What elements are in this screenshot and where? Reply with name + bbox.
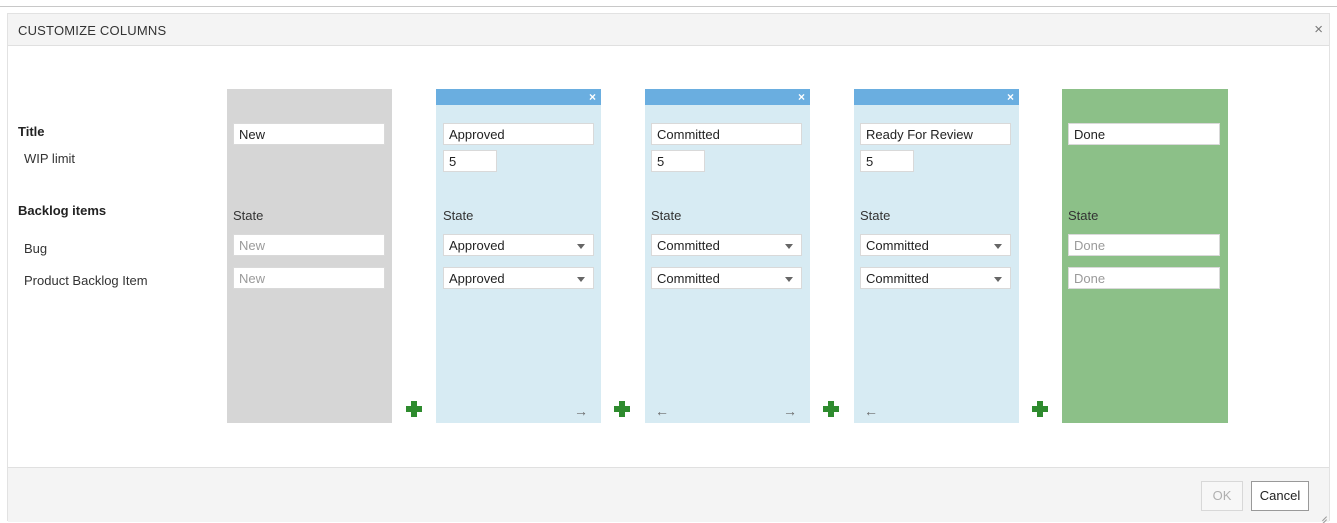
chevron-down-icon: [577, 277, 585, 282]
dialog-header: CUSTOMIZE COLUMNS ×: [8, 14, 1329, 46]
column-title-input[interactable]: Approved: [443, 123, 594, 145]
bug-state-select[interactable]: Approved: [443, 234, 594, 256]
pbi-state-select[interactable]: Approved: [443, 267, 594, 289]
move-left-icon[interactable]: ←: [655, 403, 669, 419]
wip-limit-input[interactable]: 5: [860, 150, 914, 172]
bug-state-value: Committed: [866, 238, 929, 253]
bug-state-select[interactable]: Committed: [860, 234, 1011, 256]
dialog-title: CUSTOMIZE COLUMNS: [18, 23, 167, 38]
column-ready-for-review: × Ready For Review 5 State Committed Com…: [854, 89, 1019, 423]
state-label: State: [443, 208, 474, 223]
state-label: State: [1068, 208, 1099, 223]
add-column-icon[interactable]: [1032, 401, 1048, 417]
wip-limit-row-label: WIP limit: [24, 151, 76, 166]
move-right-icon[interactable]: →: [574, 403, 588, 419]
resize-handle-icon[interactable]: [1317, 510, 1327, 520]
cancel-button[interactable]: Cancel: [1251, 481, 1309, 511]
pbi-state-field: Done: [1068, 267, 1220, 289]
bug-state-field: Done: [1068, 234, 1220, 256]
add-column-icon[interactable]: [614, 401, 630, 417]
add-column-icon[interactable]: [823, 401, 839, 417]
add-column-icon[interactable]: [406, 401, 422, 417]
customize-columns-dialog: CUSTOMIZE COLUMNS × Title WIP limit Back…: [7, 13, 1330, 522]
state-label: State: [860, 208, 891, 223]
close-icon[interactable]: ×: [1314, 21, 1323, 38]
wip-limit-input[interactable]: 5: [651, 150, 705, 172]
column-approved: × Approved 5 State Approved Approved →: [436, 89, 601, 423]
bug-state-select[interactable]: Committed: [651, 234, 802, 256]
column-title-input[interactable]: New: [233, 123, 385, 145]
remove-column-icon[interactable]: ×: [798, 90, 805, 104]
remove-column-icon[interactable]: ×: [589, 90, 596, 104]
pbi-row-label: Product Backlog Item: [24, 273, 148, 288]
move-right-icon[interactable]: →: [783, 403, 797, 419]
top-divider: [0, 6, 1337, 7]
backlog-items-row-label: Backlog items: [18, 203, 107, 218]
bug-state-field: New: [233, 234, 385, 256]
column-header-bar: ×: [854, 89, 1019, 105]
pbi-state-value: Committed: [657, 271, 720, 286]
pbi-state-select[interactable]: Committed: [651, 267, 802, 289]
column-committed: × Committed 5 State Committed Committed …: [645, 89, 810, 423]
bug-state-value: Approved: [449, 238, 505, 253]
title-row-label: Title: [18, 124, 45, 139]
column-done: Done State Done Done: [1062, 89, 1228, 423]
pbi-state-field: New: [233, 267, 385, 289]
column-title-input[interactable]: Done: [1068, 123, 1220, 145]
state-label: State: [233, 208, 264, 223]
bug-row-label: Bug: [24, 241, 48, 256]
bug-state-value: Committed: [657, 238, 720, 253]
column-title-input[interactable]: Committed: [651, 123, 802, 145]
chevron-down-icon: [994, 244, 1002, 249]
chevron-down-icon: [785, 244, 793, 249]
column-header-bar: ×: [645, 89, 810, 105]
chevron-down-icon: [994, 277, 1002, 282]
ok-button[interactable]: OK: [1201, 481, 1243, 511]
column-header-bar: ×: [436, 89, 601, 105]
pbi-state-value: Committed: [866, 271, 929, 286]
state-label: State: [651, 208, 682, 223]
wip-limit-input[interactable]: 5: [443, 150, 497, 172]
chevron-down-icon: [785, 277, 793, 282]
remove-column-icon[interactable]: ×: [1007, 90, 1014, 104]
dialog-footer: OK Cancel: [8, 467, 1329, 522]
pbi-state-value: Approved: [449, 271, 505, 286]
move-left-icon[interactable]: ←: [864, 403, 878, 419]
column-new: New State New New: [227, 89, 392, 423]
column-title-input[interactable]: Ready For Review: [860, 123, 1011, 145]
chevron-down-icon: [577, 244, 585, 249]
pbi-state-select[interactable]: Committed: [860, 267, 1011, 289]
